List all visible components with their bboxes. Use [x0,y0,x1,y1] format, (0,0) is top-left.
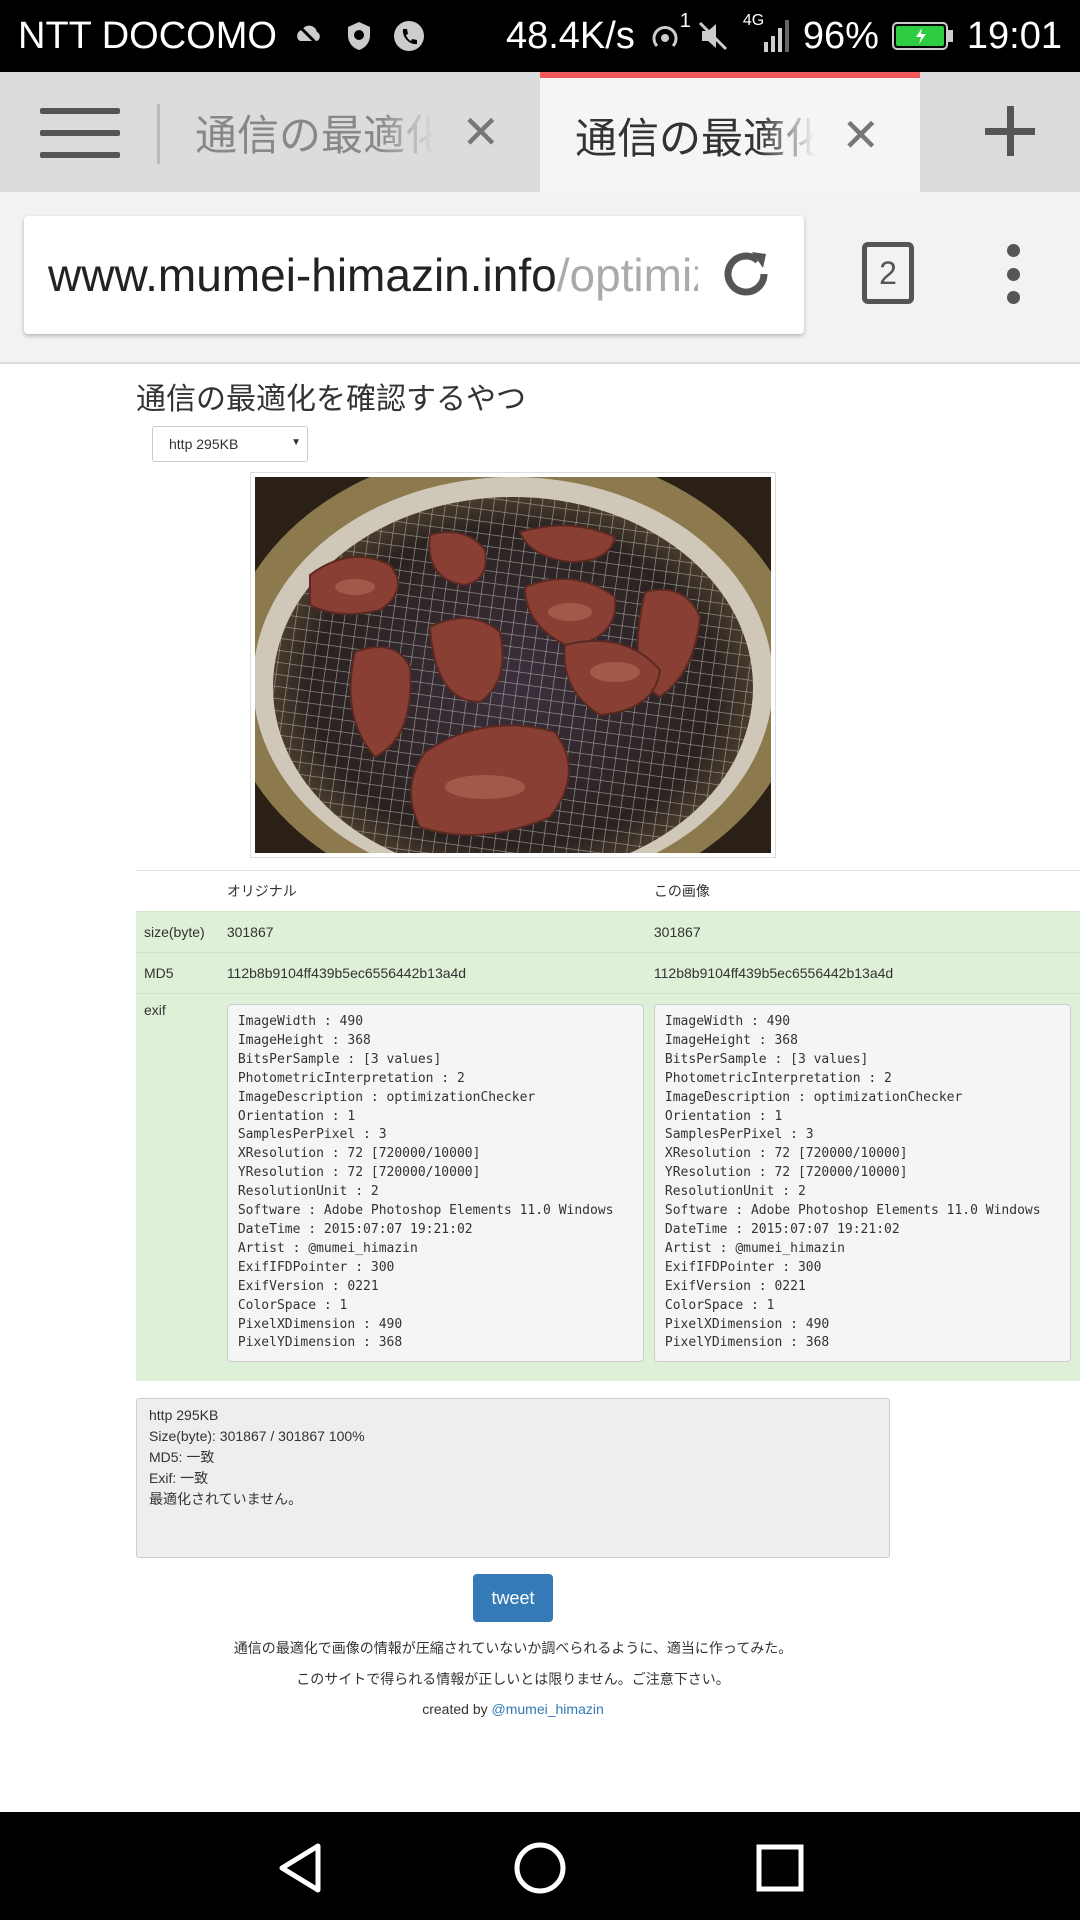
result-line: http 295KB [149,1407,219,1423]
tab-count: 2 [879,254,897,291]
size-original: 301867 [225,911,653,953]
reload-icon[interactable] [718,246,774,302]
phone-icon [391,18,427,54]
page-title: 通信の最適化を確認するやつ [136,382,526,417]
battery-icon [891,18,955,54]
clock: 19:01 [966,14,1062,57]
cloud-off-icon [291,18,327,54]
hotspot-icon: 1 [647,10,691,54]
table-header-original: オリジナル [225,870,653,912]
size-current: 301867 [652,911,1080,953]
url-host: www.mumei-himazin.info [48,249,557,301]
network-speed: 48.4K/s [505,14,635,57]
network-type: 4G [742,12,765,29]
credit-line: created by @mumei_himazin [0,1701,1026,1717]
url-bar[interactable]: www.mumei-himazin.info/optimization [24,216,804,334]
close-icon[interactable]: ✕ [461,105,500,159]
system-nav-bar [0,1812,1080,1920]
table-header-cell [136,870,226,912]
result-textarea[interactable]: http 295KB Size(byte): 301867 / 301867 1… [136,1398,890,1558]
overflow-menu-icon[interactable] [1003,244,1023,304]
md5-current: 112b8b9104ff439b5ec6556442b13a4d [652,952,1080,994]
menu-icon[interactable] [40,108,120,158]
row-label: size(byte) [136,911,226,953]
web-page: 通信の最適化を確認するやつ http 295KB ▼ オリジナル この画像 si… [0,364,1080,1812]
tweet-button[interactable]: tweet [473,1574,553,1622]
close-icon[interactable]: ✕ [841,108,880,162]
test-image [250,472,776,858]
browser-toolbar: www.mumei-himazin.info/optimization 2 [0,192,1080,364]
home-icon[interactable] [512,1840,568,1896]
author-link[interactable]: @mumei_himazin [492,1701,604,1717]
row-label: MD5 [136,952,226,994]
table-row: size(byte) 301867 301867 [136,911,1080,953]
back-icon[interactable] [272,1840,328,1896]
shield-icon [341,18,377,54]
tab-title: 通信の最適化を確認するやつ [195,111,435,159]
comparison-table: オリジナル この画像 size(byte) 301867 301867 MD5 … [136,870,1080,1382]
carrier-name: NTT DOCOMO [18,14,277,57]
row-label: exif [136,993,226,1382]
recents-icon[interactable] [752,1840,808,1896]
browser-tab-1[interactable]: 通信の最適化を確認するやつ ✕ [160,72,540,192]
warning-text: このサイトで得られる情報が正しいとは限りません。ご注意下さい。 [296,1672,730,1688]
result-line: Size(byte): 301867 / 301867 100% [149,1428,365,1444]
battery-percent: 96% [802,14,879,57]
disclaimer-text: 通信の最適化で画像の情報が圧縮されていないか調べられるように、適当に作ってみた。 [233,1641,793,1657]
plus-icon[interactable] [975,96,1045,166]
grilled-meat-photo [255,477,771,853]
table-row: MD5 112b8b9104ff439b5ec6556442b13a4d 112… [136,952,1080,994]
table-row: exif ImageWidth : 490 ImageHeight : 368 … [136,993,1080,1382]
result-line: MD5: 一致 [149,1449,215,1465]
result-line: 最適化されていません。 [149,1491,303,1507]
tab-switcher-icon[interactable]: 2 [862,242,914,304]
credit-prefix: created by [422,1701,492,1717]
md5-original: 112b8b9104ff439b5ec6556442b13a4d [225,952,653,994]
status-bar: NTT DOCOMO 48.4K/s 1 4G 96% 19:01 [0,0,1080,72]
size-select[interactable]: http 295KB ▼ [152,426,308,462]
tab-title: 通信の最適化を確認するやつ [575,114,815,162]
url-path: /optimization [556,249,698,301]
exif-current: ImageWidth : 490 ImageHeight : 368 BitsP… [653,1004,1071,1363]
mute-icon [695,18,731,54]
chevron-down-icon: ▼ [291,437,301,448]
signal-icon: 4G [743,12,791,54]
select-value: http 295KB [169,436,239,452]
table-header-row: オリジナル この画像 [136,870,1080,912]
tab-strip: 通信の最適化を確認するやつ ✕ 通信の最適化を確認するやつ ✕ [0,72,1080,192]
browser-tab-2-active[interactable]: 通信の最適化を確認するやつ ✕ [540,72,920,192]
table-header-current: この画像 [652,870,1080,912]
result-line: Exif: 一致 [149,1470,209,1486]
exif-original: ImageWidth : 490 ImageHeight : 368 BitsP… [226,1004,644,1363]
hotspot-count: 1 [679,10,691,32]
